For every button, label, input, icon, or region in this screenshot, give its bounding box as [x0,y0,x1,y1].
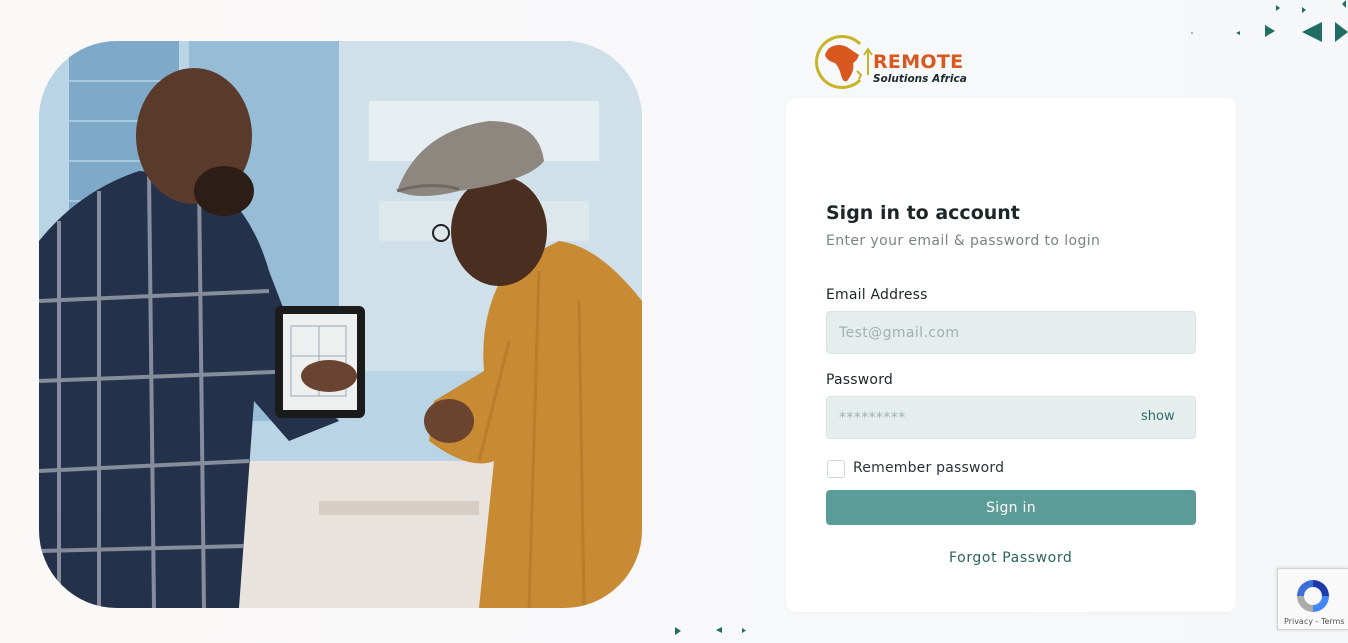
recaptcha-badge[interactable]: Privacy - Terms [1277,568,1348,630]
login-card: Sign in to account Enter your email & pa… [786,98,1236,612]
page-subtitle: Enter your email & password to login [826,233,1101,249]
brand-wordmark: REMOTE [873,51,964,73]
sign-in-button[interactable]: Sign in [826,490,1196,525]
hero-photo [39,41,642,608]
page-title: Sign in to account [826,202,1020,224]
recaptcha-icon [1297,580,1329,612]
forgot-password-link[interactable]: Forgot Password [949,550,1072,566]
email-field[interactable] [826,311,1196,354]
show-password-toggle[interactable]: show [1141,409,1175,424]
remember-password-checkbox[interactable] [827,460,845,478]
remember-password-label[interactable]: Remember password [853,460,1004,476]
brand-logo: REMOTE Solutions Africa [813,33,983,91]
decor-triangles-top [1191,0,1348,42]
two-men-with-tablet-illustration [39,41,642,608]
logo-arrow-icon [863,47,873,75]
decor-triangles-bottom [675,627,746,635]
brand-tagline: Solutions Africa [873,73,967,85]
email-label: Email Address [826,287,928,303]
africa-logo-icon [825,45,863,82]
recaptcha-links[interactable]: Privacy - Terms [1284,617,1345,626]
password-label: Password [826,372,893,388]
